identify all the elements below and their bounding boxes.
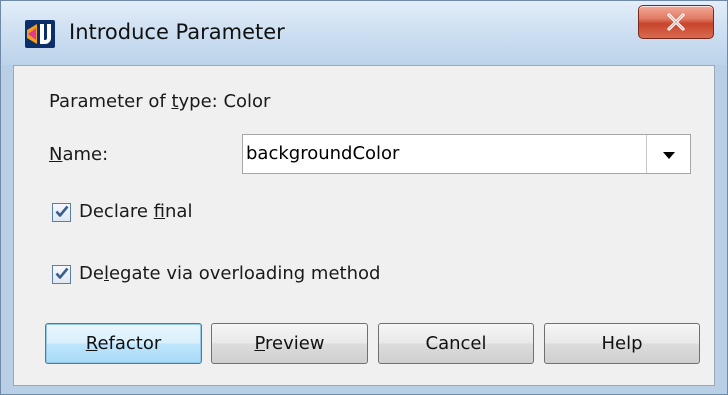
cancel-button[interactable]: Cancel (378, 323, 534, 364)
refactor-button[interactable]: Refactor (45, 323, 202, 364)
name-dropdown-button[interactable] (646, 135, 690, 173)
parameter-type-label: Parameter of type: Color (49, 91, 270, 112)
name-label: Name: (49, 144, 108, 165)
check-icon (55, 264, 69, 285)
delegate-rest: egate via overloading method (108, 263, 381, 284)
preview-rest: review (265, 333, 325, 354)
title-bar[interactable]: Introduce Parameter (1, 1, 727, 65)
declare-final-label[interactable]: Declare final (79, 201, 192, 222)
help-button-label: Help (601, 333, 643, 354)
close-button[interactable] (638, 5, 714, 39)
delegate-checkbox[interactable] (52, 265, 71, 284)
delegate-prefix: De (79, 263, 104, 284)
parameter-type-mnemonic: t (171, 91, 179, 112)
refactor-rest: efactor (97, 333, 162, 354)
parameter-type-rest: ype: Color (178, 91, 271, 112)
name-label-rest: ame: (62, 144, 109, 165)
name-input[interactable] (243, 135, 645, 173)
declare-final-checkbox[interactable] (52, 203, 71, 222)
window-title: Introduce Parameter (69, 20, 285, 44)
declare-final-mnemonic: f (153, 201, 166, 222)
declare-final-prefix: Declare (79, 201, 154, 222)
name-combobox[interactable] (242, 134, 691, 174)
intellij-idea-icon (25, 20, 55, 48)
name-mnemonic: N (49, 144, 63, 165)
refactor-button-label: Refactor (86, 333, 162, 354)
preview-button[interactable]: Preview (211, 323, 368, 364)
refactor-mnemonic: R (85, 333, 98, 354)
preview-button-label: Preview (254, 333, 324, 354)
cancel-button-label: Cancel (425, 333, 487, 354)
close-icon (666, 13, 686, 31)
declare-final-rest: inal (165, 201, 193, 222)
parameter-type-prefix: Parameter of (49, 91, 172, 112)
help-button[interactable]: Help (544, 323, 700, 364)
preview-mnemonic: P (254, 333, 265, 354)
chevron-down-icon (662, 144, 676, 165)
check-icon (55, 202, 69, 223)
dialog-window: Introduce Parameter Parameter of type: C… (0, 0, 728, 395)
delegate-label[interactable]: Delegate via overloading method (79, 263, 380, 284)
